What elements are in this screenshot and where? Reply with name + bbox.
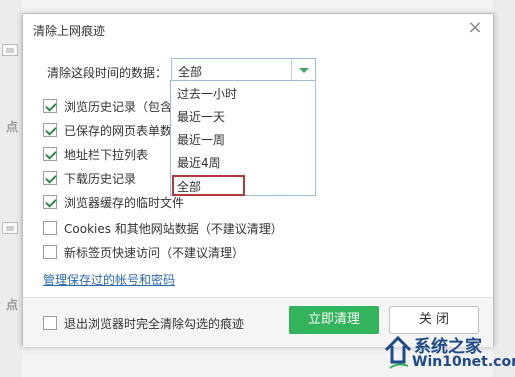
time-range-label: 清除这段时间的数据： (47, 66, 168, 80)
option-saved-form-data[interactable]: 已保存的网页表单数 (43, 121, 172, 139)
option-new-tab-quick-access[interactable]: 新标签页快速访问（不建议清理） (43, 243, 244, 261)
option-label: 下载历史记录 (64, 171, 137, 186)
background-text: 点 (6, 120, 19, 134)
dropdown-option[interactable]: 最近一周 (177, 131, 225, 148)
option-label: 浏览器缓存的临时文件 (64, 195, 185, 210)
image-placeholder-icon (2, 44, 18, 56)
dropdown-option[interactable]: 最近一天 (177, 108, 225, 125)
clear-now-button[interactable]: 立即清理 (289, 306, 379, 334)
dialog-title: 清除上网痕迹 (33, 24, 106, 38)
close-icon[interactable]: × (465, 18, 485, 38)
time-range-value: 全部 (178, 65, 203, 79)
manage-passwords-link[interactable]: 管理保存过的帐号和密码 (43, 271, 175, 288)
background-text: 点 (6, 298, 19, 312)
checkbox[interactable] (43, 221, 57, 235)
house-logo-icon (384, 335, 412, 369)
checkbox[interactable] (43, 123, 57, 137)
option-label: 已保存的网页表单数 (64, 123, 173, 138)
option-clear-on-exit[interactable]: 退出浏览器时完全清除勾选的痕迹 (43, 314, 244, 332)
chevron-down-icon[interactable] (291, 59, 315, 81)
checkbox[interactable] (43, 147, 57, 161)
checkbox[interactable] (43, 171, 57, 185)
option-browsing-history[interactable]: 浏览历史记录（包含 (43, 97, 172, 115)
image-placeholder-icon (2, 222, 18, 234)
watermark-url: Win10net.com (412, 354, 515, 370)
option-cache-files[interactable]: 浏览器缓存的临时文件 (43, 193, 184, 211)
time-range-select[interactable]: 全部 (171, 58, 316, 82)
option-cookies[interactable]: Cookies 和其他网站数据（不建议清理） (43, 219, 283, 237)
background-left-strip (0, 0, 22, 377)
option-label: 浏览历史记录（包含 (64, 99, 173, 114)
checkbox[interactable] (43, 316, 57, 330)
option-label: 退出浏览器时完全清除勾选的痕迹 (64, 316, 245, 331)
checkbox[interactable] (43, 99, 57, 113)
checkbox[interactable] (43, 245, 57, 259)
dialog-titlebar: 清除上网痕迹 × (23, 14, 493, 46)
option-download-history[interactable]: 下载历史记录 (43, 169, 136, 187)
dropdown-option[interactable]: 最近4周 (177, 154, 221, 171)
background-right-strip (493, 0, 515, 377)
highlight-box (172, 175, 245, 196)
option-label: Cookies 和其他网站数据（不建议清理） (64, 221, 283, 236)
dropdown-option[interactable]: 过去一小时 (177, 85, 237, 102)
option-address-bar-list[interactable]: 地址栏下拉列表 (43, 145, 148, 163)
option-label: 地址栏下拉列表 (64, 147, 149, 162)
watermark: 系统之家 Win10net.com (382, 330, 515, 377)
option-label: 新标签页快速访问（不建议清理） (64, 245, 245, 260)
checkbox[interactable] (43, 195, 57, 209)
